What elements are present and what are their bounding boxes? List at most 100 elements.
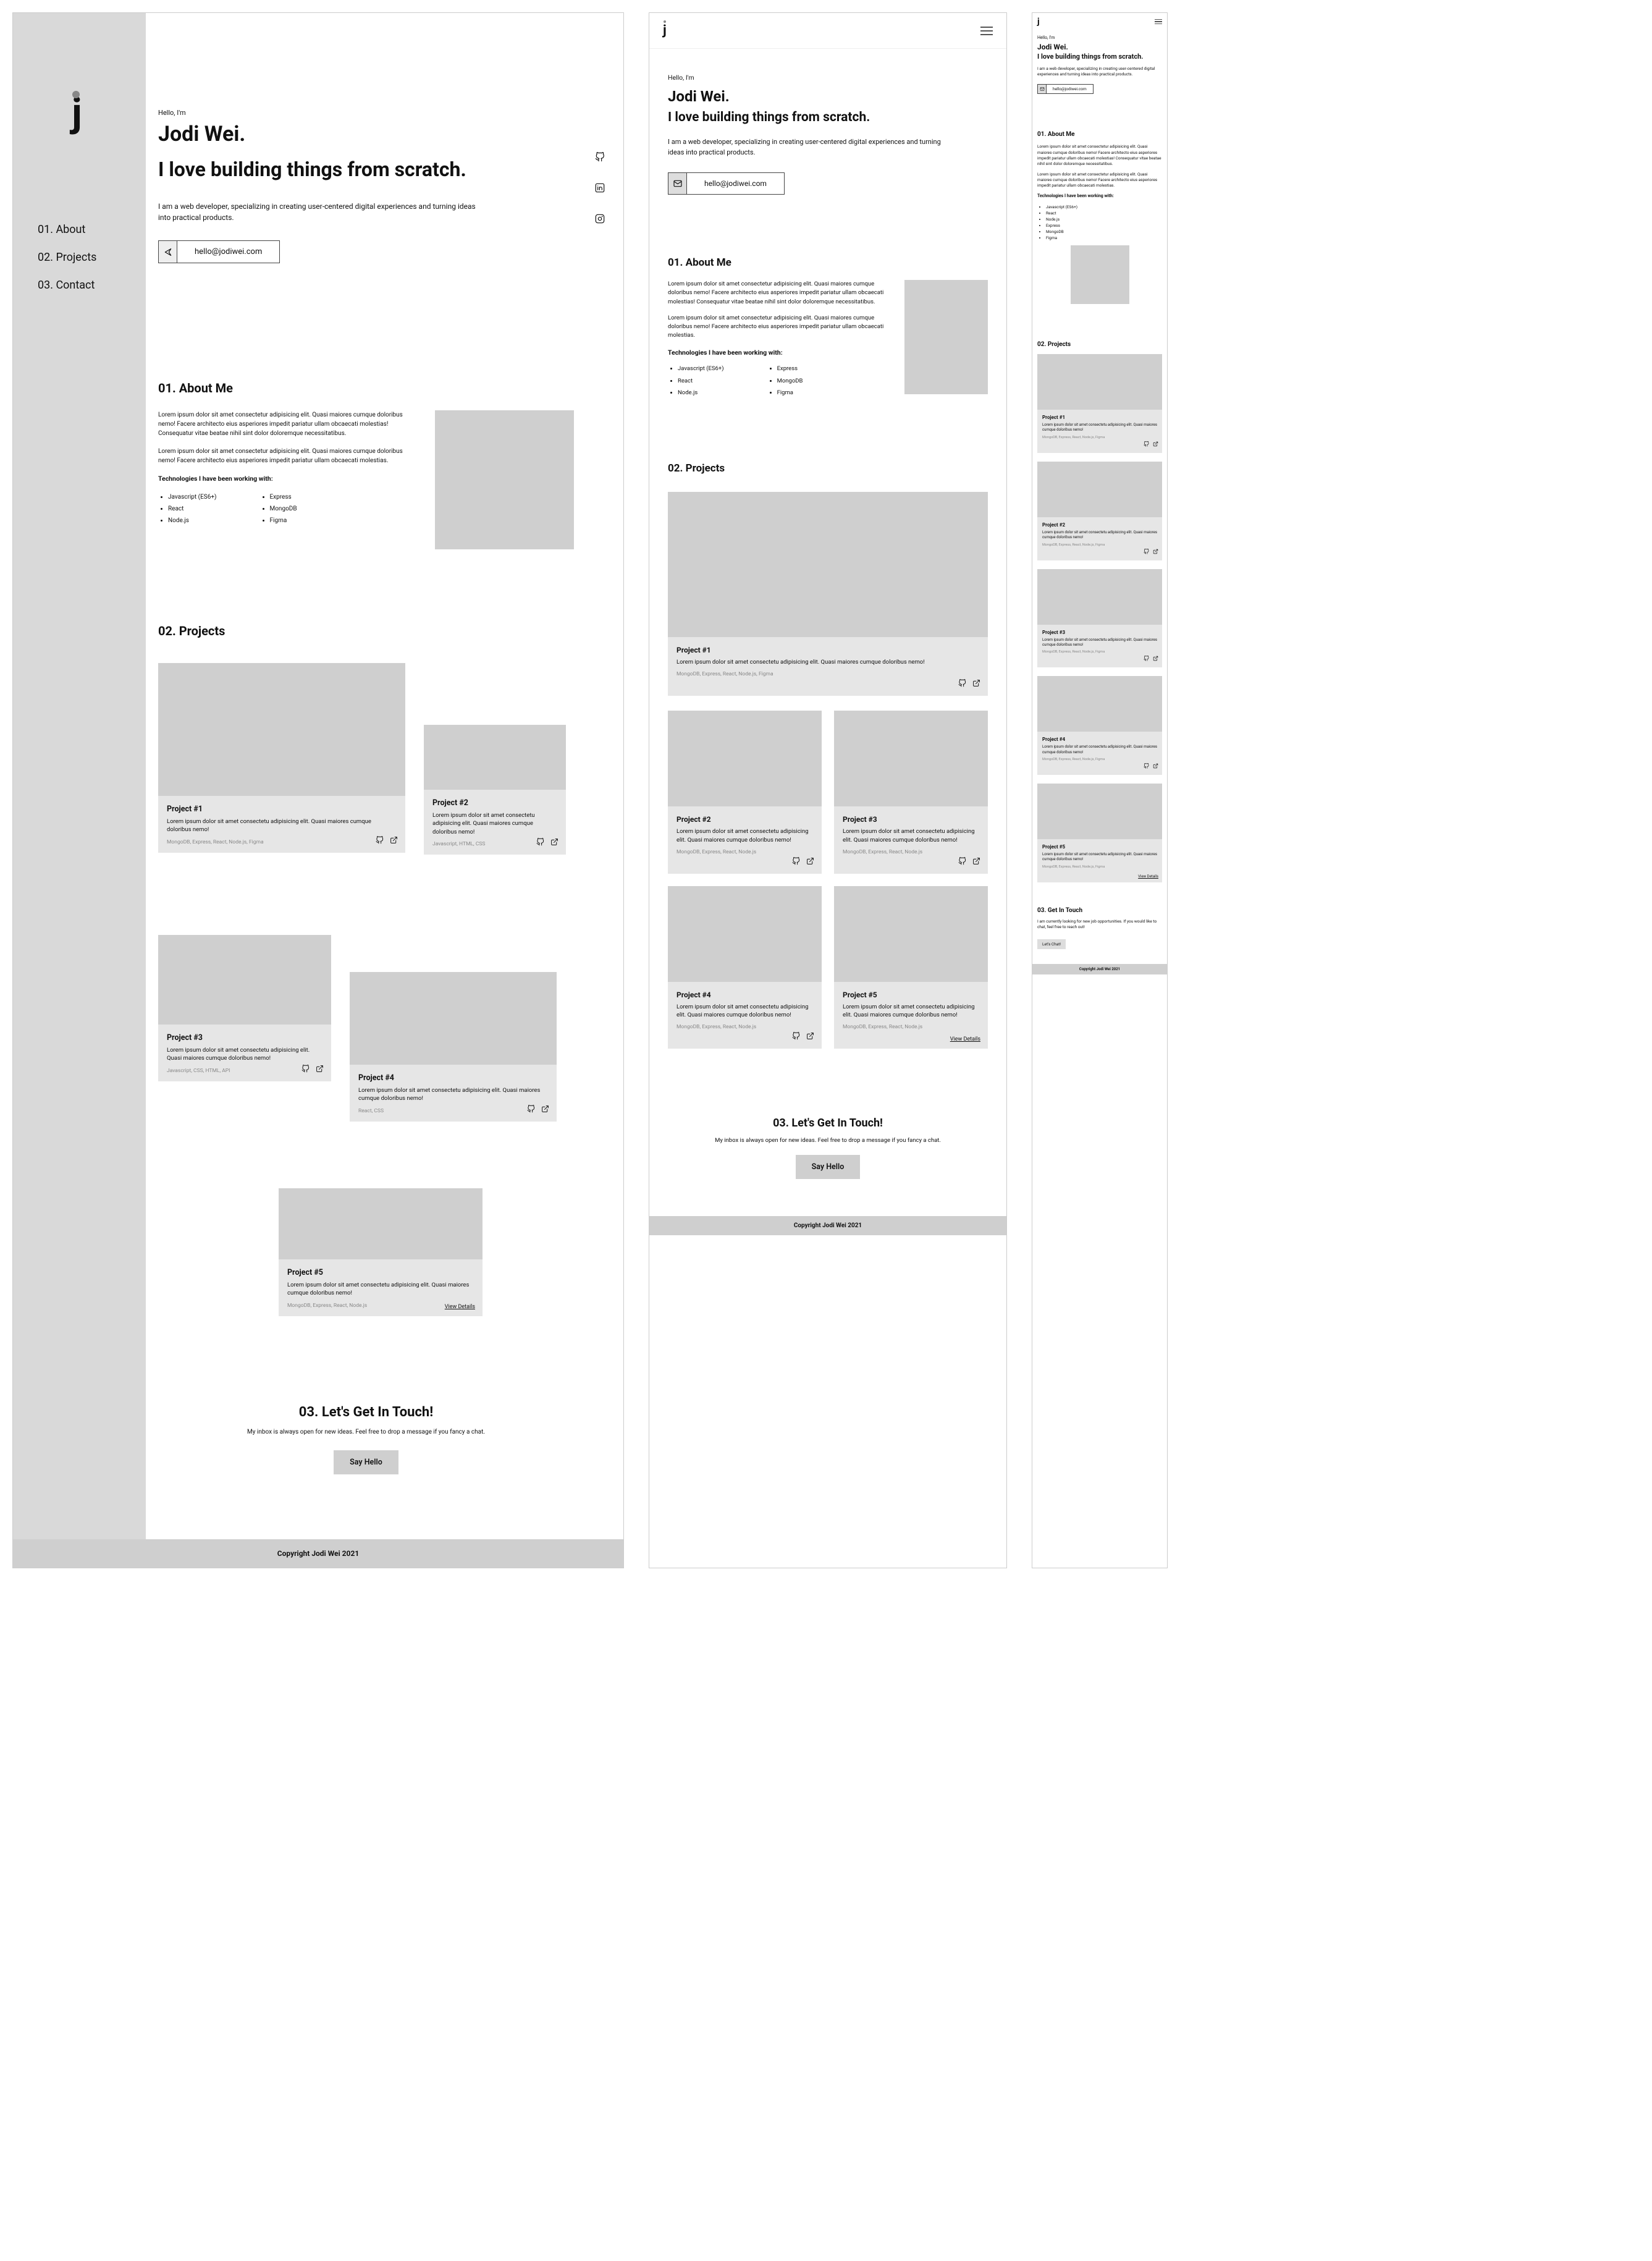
email-button[interactable]: hello@jodiwei.com <box>1037 84 1094 94</box>
project-image <box>158 663 405 796</box>
project-card-3[interactable]: Project #3Lorem ipsum dolor sit amet con… <box>834 711 988 874</box>
project-card-4[interactable]: Project #4Lorem ipsum dolor sit amet con… <box>668 886 822 1049</box>
mobile-view: j Hello, I'm Jodi Wei. I love building t… <box>1032 12 1168 1568</box>
logo[interactable]: j <box>72 99 82 127</box>
nav-about[interactable]: 01. About <box>38 223 146 236</box>
view-details-link[interactable]: View Details <box>950 1036 980 1042</box>
hero-name: Jodi Wei. <box>158 122 574 146</box>
tablet-view: j Hello, I'm Jodi Wei. I love building t… <box>649 12 1007 1568</box>
external-link-icon[interactable] <box>550 837 558 848</box>
tech-title: Technologies I have been working with: <box>158 474 410 484</box>
project-card-1[interactable]: Project #1 Lorem ipsum dolor sit amet co… <box>668 492 988 696</box>
menu-icon[interactable] <box>980 24 993 38</box>
footer: Copyright Jodi Wei 2021 <box>1032 964 1167 974</box>
github-icon[interactable] <box>595 152 605 164</box>
github-icon[interactable] <box>1144 759 1149 771</box>
github-icon[interactable] <box>527 1104 535 1115</box>
project-card-3[interactable]: Project #3Lorem ipsum dolor sit amet con… <box>1037 569 1162 668</box>
desktop-view: j 01. About 02. Projects 03. Contact Hel… <box>12 12 624 1568</box>
contact-heading: 03. Let's Get In Touch! <box>668 1117 988 1130</box>
nav-projects[interactable]: 02. Projects <box>38 251 146 264</box>
github-icon[interactable] <box>536 837 544 848</box>
contact-blurb: My inbox is always open for new ideas. F… <box>158 1429 574 1435</box>
project-card-5[interactable]: Project #5Lorem ipsum dolor sit amet con… <box>834 886 988 1049</box>
send-icon <box>159 241 177 263</box>
contact-blurb: My inbox is always open for new ideas. F… <box>668 1137 988 1144</box>
hero-description: I am a web developer, specializing in cr… <box>668 137 958 158</box>
lets-chat-button[interactable]: Let's Chat! <box>1037 939 1066 949</box>
github-icon[interactable] <box>1144 545 1149 557</box>
say-hello-button[interactable]: Say Hello <box>334 1450 398 1474</box>
contact-heading: 03. Get In Touch <box>1037 907 1162 914</box>
external-link-icon[interactable] <box>316 1063 324 1075</box>
project-card-1[interactable]: Project #1Lorem ipsum dolor sit amet con… <box>1037 354 1162 453</box>
github-icon[interactable] <box>792 1031 800 1042</box>
project-card-2[interactable]: Project #2 Lorem ipsum dolor sit amet co… <box>424 725 566 855</box>
projects-heading: 02. Projects <box>1037 341 1162 348</box>
about-image <box>1071 245 1129 304</box>
projects-heading: 02. Projects <box>668 462 988 475</box>
tech-col-a: Javascript (ES6+) React Node.js <box>158 492 217 528</box>
mail-icon <box>1038 85 1047 93</box>
external-link-icon[interactable] <box>1153 652 1158 664</box>
about-p1: Lorem ipsum dolor sit amet consectetur a… <box>158 410 410 438</box>
project-card-4[interactable]: Project #4 Lorem ipsum dolor sit amet co… <box>350 972 557 1122</box>
hero-description: I am a web developer, specializing in cr… <box>158 201 486 223</box>
external-link-icon[interactable] <box>806 856 814 868</box>
project-card-3[interactable]: Project #3 Lorem ipsum dolor sit amet co… <box>158 935 331 1081</box>
about-image <box>435 410 574 549</box>
hero-greeting: Hello, I'm <box>158 109 574 117</box>
hero-name: Jodi Wei. <box>668 88 988 105</box>
external-link-icon[interactable] <box>541 1104 549 1115</box>
menu-icon[interactable] <box>1155 17 1162 26</box>
view-details-link[interactable]: View Details <box>1138 874 1158 879</box>
github-icon[interactable] <box>1144 437 1149 449</box>
github-icon[interactable] <box>376 835 384 847</box>
external-link-icon[interactable] <box>806 1031 814 1042</box>
project-image <box>158 935 331 1025</box>
mail-icon <box>668 173 687 194</box>
external-link-icon[interactable] <box>1153 437 1158 449</box>
say-hello-button[interactable]: Say Hello <box>796 1155 861 1179</box>
logo[interactable]: j <box>1037 17 1040 27</box>
project-card-5[interactable]: Project #5Lorem ipsum dolor sit amet con… <box>1037 784 1162 882</box>
project-image <box>279 1188 483 1259</box>
instagram-icon[interactable] <box>595 214 605 226</box>
sidebar: j 01. About 02. Projects 03. Contact <box>13 13 146 1539</box>
hero-tagline: I love building things from scratch. <box>668 110 988 125</box>
github-icon[interactable] <box>792 856 800 868</box>
github-icon[interactable] <box>958 678 966 690</box>
github-icon[interactable] <box>1144 652 1149 664</box>
external-link-icon[interactable] <box>390 835 398 847</box>
github-icon[interactable] <box>958 856 966 868</box>
external-link-icon[interactable] <box>972 856 980 868</box>
external-link-icon[interactable] <box>972 678 980 690</box>
hero-greeting: Hello, I'm <box>668 74 988 82</box>
logo[interactable]: j <box>663 23 667 38</box>
github-icon[interactable] <box>301 1063 310 1075</box>
email-button[interactable]: hello@jodiwei.com <box>668 172 785 195</box>
contact-heading: 03. Let's Get In Touch! <box>158 1405 574 1420</box>
about-heading: 01. About Me <box>1037 131 1162 138</box>
email-button[interactable]: hello@jodiwei.com <box>158 240 280 263</box>
about-heading: 01. About Me <box>158 381 574 395</box>
project-card-5[interactable]: Project #5 Lorem ipsum dolor sit amet co… <box>279 1188 483 1316</box>
project-card-2[interactable]: Project #2Lorem ipsum dolor sit amet con… <box>1037 462 1162 560</box>
footer: Copyright Jodi Wei 2021 <box>649 1216 1006 1235</box>
project-card-1[interactable]: Project #1 Lorem ipsum dolor sit amet co… <box>158 663 405 853</box>
hero-tagline: I love building things from scratch. <box>158 158 574 181</box>
external-link-icon[interactable] <box>1153 545 1158 557</box>
project-image <box>350 972 557 1065</box>
footer: Copyright Jodi Wei 2021 <box>13 1539 623 1568</box>
tech-col-b: Express MongoDB Figma <box>260 492 297 528</box>
projects-heading: 02. Projects <box>158 623 574 638</box>
linkedin-icon[interactable] <box>595 183 605 195</box>
nav-contact[interactable]: 03. Contact <box>38 279 146 292</box>
contact-blurb: I am currently looking for new job oppor… <box>1037 919 1162 930</box>
project-card-4[interactable]: Project #4Lorem ipsum dolor sit amet con… <box>1037 676 1162 775</box>
email-text: hello@jodiwei.com <box>177 241 279 263</box>
view-details-link[interactable]: View Details <box>445 1304 475 1310</box>
external-link-icon[interactable] <box>1153 759 1158 771</box>
project-card-2[interactable]: Project #2Lorem ipsum dolor sit amet con… <box>668 711 822 874</box>
about-p2: Lorem ipsum dolor sit amet consectetur a… <box>158 447 410 465</box>
